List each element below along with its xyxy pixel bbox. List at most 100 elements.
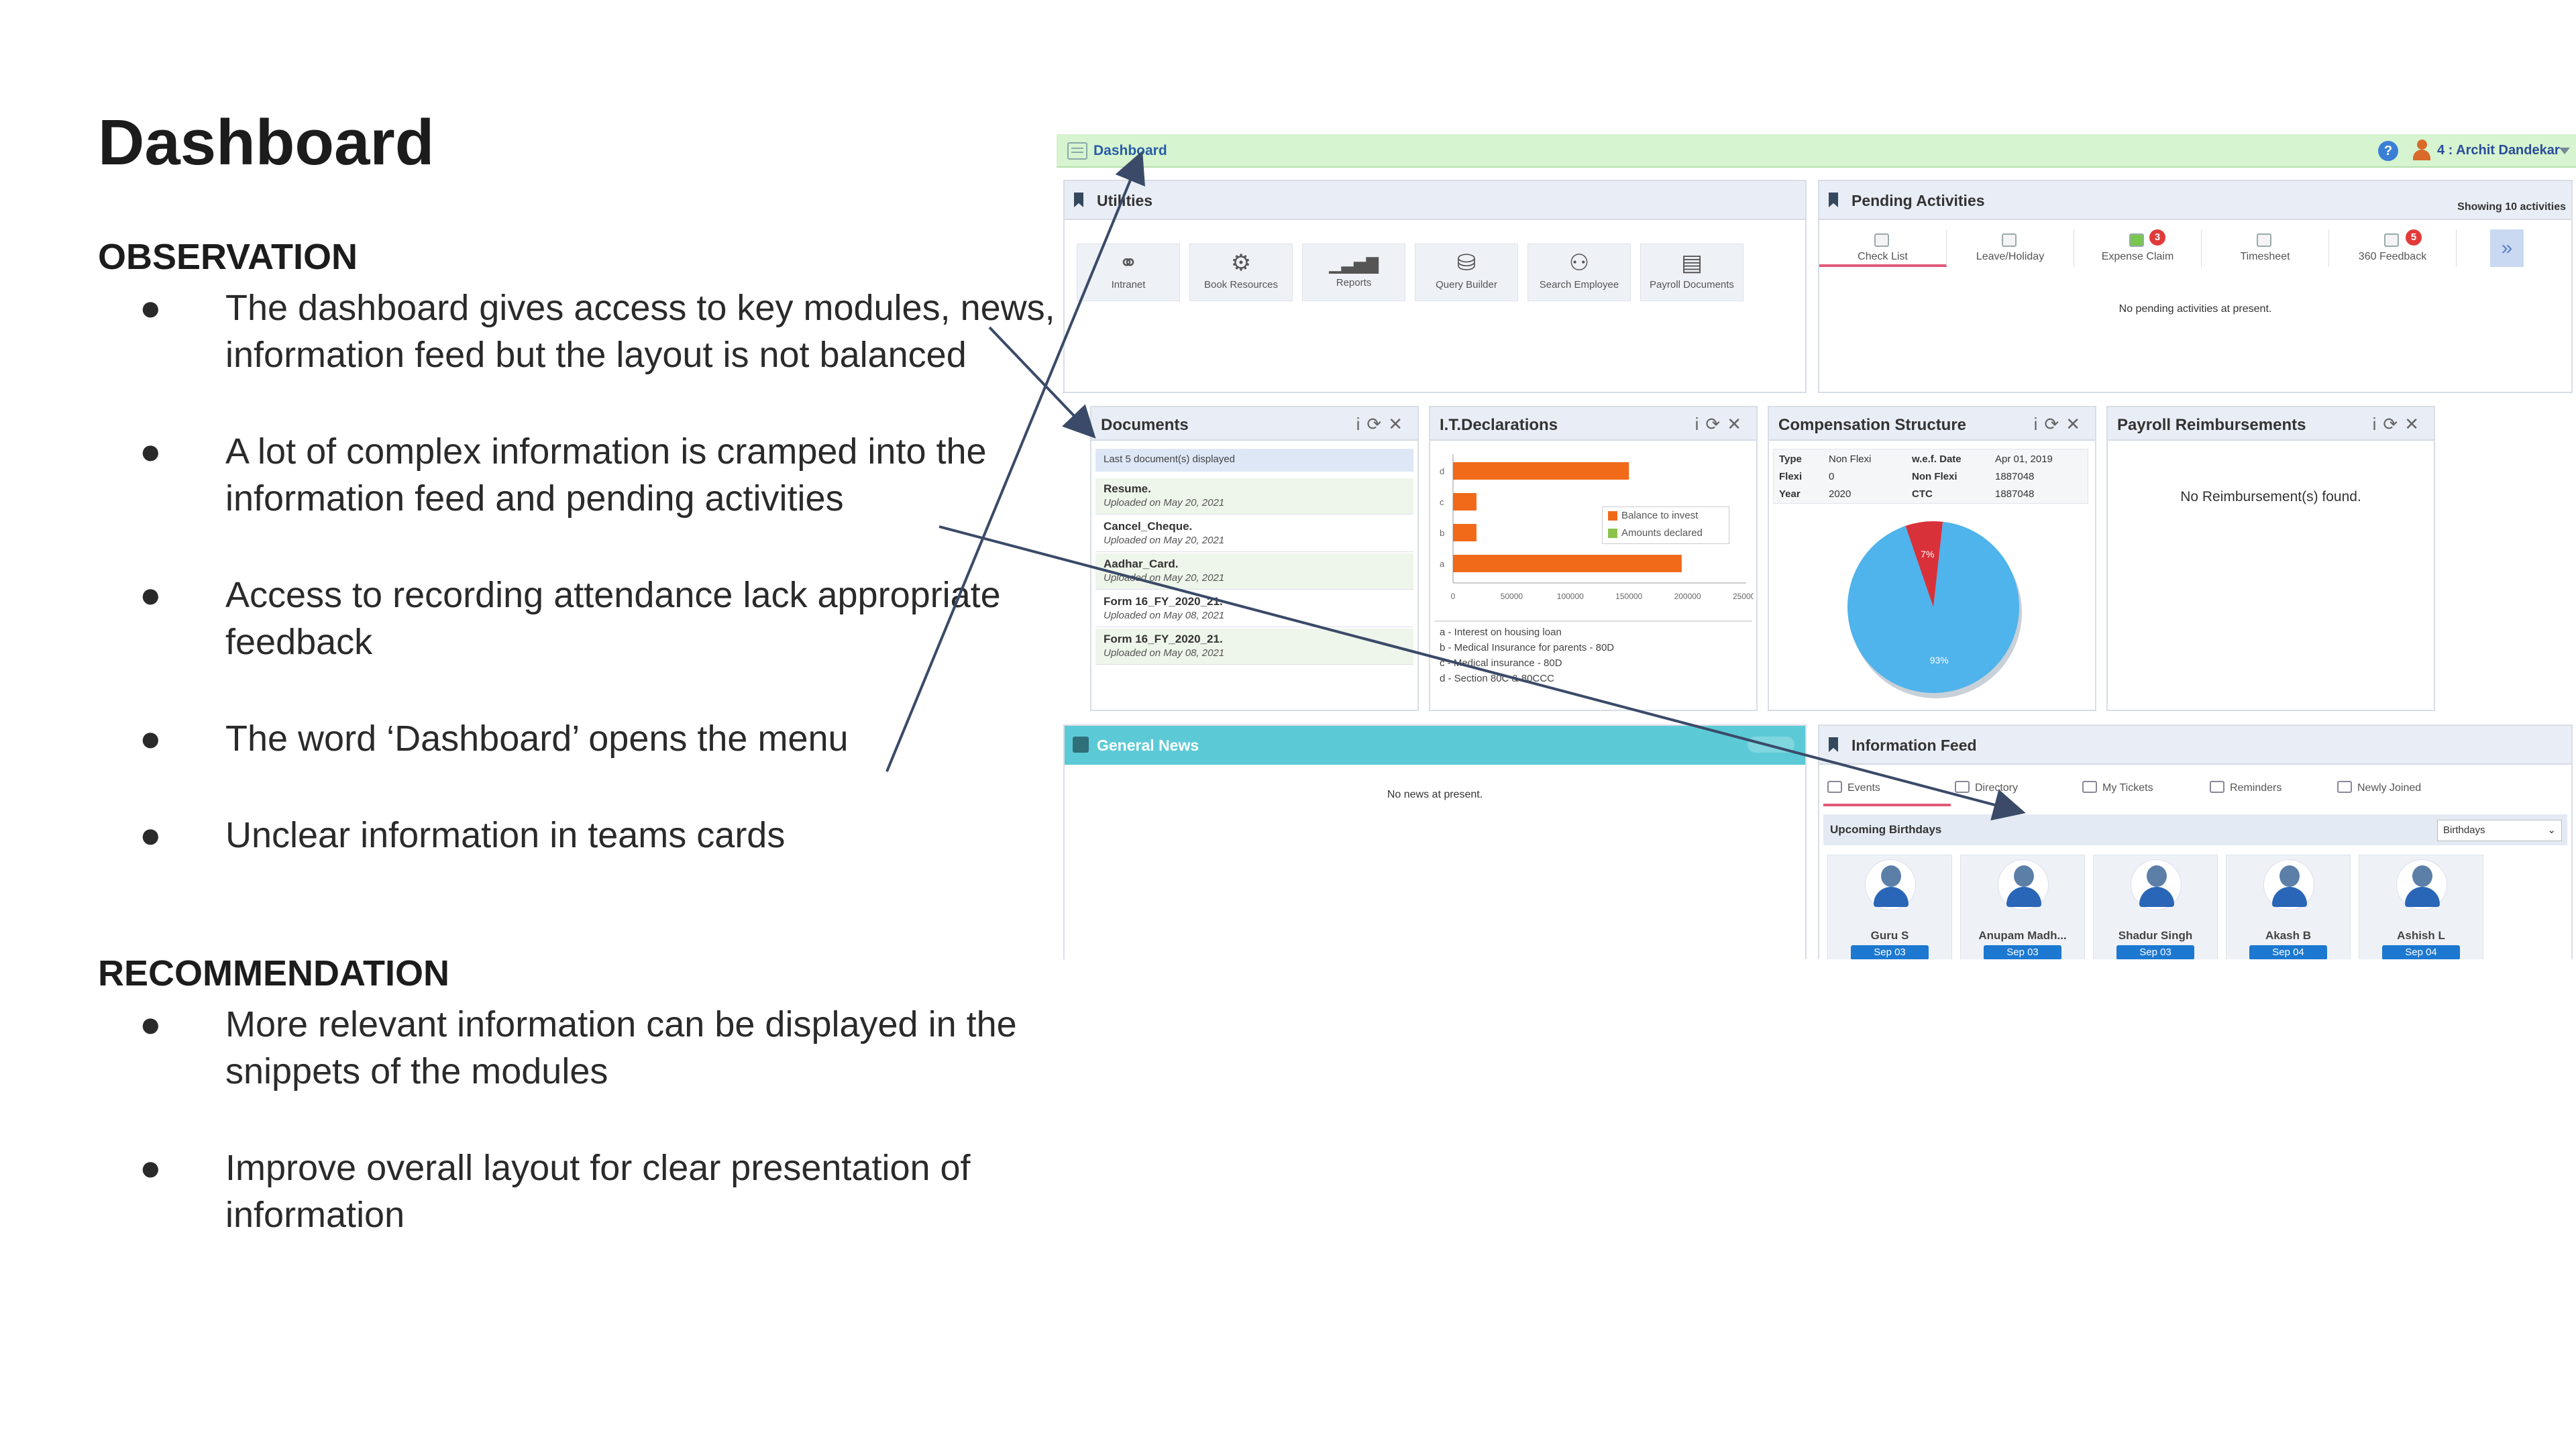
tick-label: 200000: [1674, 592, 1701, 601]
pending-activities-title: Pending Activities: [1851, 192, 1985, 209]
utilities-panel: Utilities ⚭ Intranet ⚙ Book Resources ▁▃▅▇…: [1063, 180, 1807, 393]
reminder-icon: [2210, 781, 2224, 793]
bar: [1453, 462, 1629, 480]
payroll-empty-message: No Reimbursement(s) found.: [2180, 489, 2361, 504]
tab-newly-joined[interactable]: Newly Joined: [2333, 771, 2461, 806]
bar: [1453, 555, 1682, 572]
tick-label: 250000: [1733, 592, 1754, 601]
menu-icon[interactable]: [1067, 142, 1087, 160]
general-news-title: General News: [1097, 737, 1199, 754]
tab-directory[interactable]: Directory: [1951, 771, 2078, 806]
legend-swatch-orange: [1608, 511, 1617, 521]
dashboard-screenshot: Dashboard ? 4 : Archit Dandekar Utilitie…: [1057, 121, 2576, 959]
bullet-icon: ●: [140, 575, 162, 615]
observation-item: ● The word ‘Dashboard’ opens the menu: [98, 715, 1144, 762]
intranet-icon: ⚭: [1118, 250, 1138, 276]
slide-title: Dashboard: [98, 107, 435, 178]
pending-empty-message: No pending activities at present.: [2118, 303, 2272, 315]
divider: [1434, 621, 1752, 622]
document-row[interactable]: Form 16_FY_2020_21. Uploaded on May 08, 2…: [1095, 629, 1413, 665]
birthday-card[interactable]: Ashish L Sep 04: [2359, 855, 2483, 959]
document-row[interactable]: Aadhar_Card. Uploaded on May 20, 2021: [1095, 553, 1413, 590]
recommendation-item: ● More relevant information can be displa…: [98, 1001, 1144, 1095]
payroll-title: Payroll Reimbursements: [2117, 416, 2306, 434]
document-row[interactable]: Cancel_Cheque. Uploaded on May 20, 2021: [1095, 516, 1413, 552]
bar: [1453, 524, 1477, 541]
tab-leave-holiday[interactable]: Leave/Holiday: [1947, 229, 2074, 267]
bullet-icon: ●: [140, 815, 162, 855]
birthday-card[interactable]: Shadur Singh Sep 03: [2093, 855, 2218, 959]
dashboard-menu-link[interactable]: Dashboard: [1093, 143, 1167, 159]
user-icon: [2412, 140, 2432, 161]
declaration-notes: a - Interest on housing loan b - Medical…: [1440, 627, 1615, 684]
news-toggle[interactable]: [1748, 737, 1794, 753]
utility-search-employee[interactable]: ⚇ Search Employee: [1527, 244, 1631, 301]
tab-events[interactable]: Events: [1823, 771, 1951, 806]
utility-reports[interactable]: ▁▃▅▇ Reports: [1302, 244, 1405, 301]
news-empty-message: No news at present.: [1387, 789, 1483, 800]
utility-query-builder[interactable]: ⛁ Query Builder: [1415, 244, 1518, 301]
avatar: [1865, 859, 1916, 910]
avatar: [2396, 859, 2447, 910]
birthday-card[interactable]: Guru S Sep 03: [1827, 855, 1952, 959]
bar-chart-icon: ▁▃▅▇: [1329, 256, 1379, 274]
card-controls[interactable]: i⟳✕: [1356, 414, 1409, 435]
documents-card: Documents i⟳✕ Last 5 document(s) displaye…: [1090, 406, 1419, 711]
showing-count: Showing 10 activities: [2457, 201, 2566, 213]
question-icon[interactable]: ?: [2378, 141, 2398, 161]
document-row[interactable]: Resume. Uploaded on May 20, 2021: [1095, 478, 1413, 515]
tab-check-list[interactable]: Check List: [1819, 229, 1947, 267]
tick-label: 50000: [1501, 592, 1523, 601]
clock-icon: [2257, 233, 2271, 247]
birthday-card[interactable]: Akash B Sep 04: [2226, 855, 2351, 959]
tick-label: 150000: [1615, 592, 1642, 601]
database-icon: ⛁: [1456, 250, 1477, 276]
utility-book-resources[interactable]: ⚙ Book Resources: [1189, 244, 1293, 301]
document-row[interactable]: Form 16_FY_2020_21. Uploaded on May 08, 2…: [1095, 591, 1413, 627]
calendar-icon: [2002, 233, 2017, 247]
general-news-panel: General News No news at present.: [1063, 724, 1807, 959]
legend-label: Amounts declared: [1621, 527, 1703, 539]
tab-expense-claim[interactable]: 3 Expense Claim: [2074, 229, 2202, 267]
gear-icon: ⚙: [1230, 250, 1252, 276]
chevron-down-icon[interactable]: [2559, 148, 2570, 154]
category-label: a: [1440, 559, 1445, 569]
recommendation-item: ● Improve overall layout for clear presen…: [98, 1144, 1144, 1238]
user-name[interactable]: 4 : Archit Dandekar: [2437, 143, 2560, 158]
tab-reminders[interactable]: Reminders: [2206, 771, 2333, 806]
category-label: b: [1440, 528, 1444, 538]
chart-legend: Balance to invest Amounts declared: [1602, 506, 1729, 544]
avatar: [1998, 859, 2049, 910]
bullet-icon: ●: [140, 431, 162, 472]
bullet-icon: ●: [140, 1148, 162, 1188]
tab-my-tickets[interactable]: My Tickets: [2078, 771, 2206, 806]
utility-intranet[interactable]: ⚭ Intranet: [1077, 244, 1180, 301]
upcoming-birthdays-title: Upcoming Birthdays: [1830, 823, 1942, 836]
utilities-title: Utilities: [1097, 192, 1153, 209]
avatar: [2263, 859, 2314, 910]
card-controls[interactable]: i⟳✕: [1695, 414, 1748, 435]
people-icon: [2337, 781, 2352, 793]
compensation-pie-chart: 93% 7%: [1847, 521, 2022, 698]
utility-payroll-documents[interactable]: ▤ Payroll Documents: [1640, 244, 1743, 301]
tab-360-feedback[interactable]: 5 360 Feedback: [2329, 229, 2457, 267]
avatar: [2131, 859, 2182, 910]
tabs-next-icon[interactable]: »: [2490, 229, 2524, 267]
observation-heading: OBSERVATION: [98, 237, 358, 277]
pie-label: 7%: [1921, 549, 1934, 559]
information-feed-title: Information Feed: [1851, 737, 1977, 754]
bookmark-icon: [1829, 193, 1838, 207]
expense-count-badge: 3: [2149, 229, 2165, 246]
birthday-filter-select[interactable]: Birthdays ⌄: [2437, 820, 2562, 841]
tab-timesheet[interactable]: Timesheet: [2202, 229, 2329, 267]
observation-item: ● Access to recording attendance lack app…: [98, 572, 1144, 665]
card-controls[interactable]: i⟳✕: [2034, 414, 2087, 435]
recommendation-heading: RECOMMENDATION: [98, 953, 449, 994]
card-controls[interactable]: i⟳✕: [2373, 414, 2426, 435]
bookmark-icon: [1074, 193, 1083, 207]
document-icon: ▤: [1680, 250, 1703, 276]
directory-icon: [1955, 781, 1970, 793]
birthday-card[interactable]: Anupam Madh... Sep 03: [1960, 855, 2085, 959]
it-declarations-title: I.T.Declarations: [1440, 416, 1558, 434]
ticket-icon: [2082, 781, 2097, 793]
